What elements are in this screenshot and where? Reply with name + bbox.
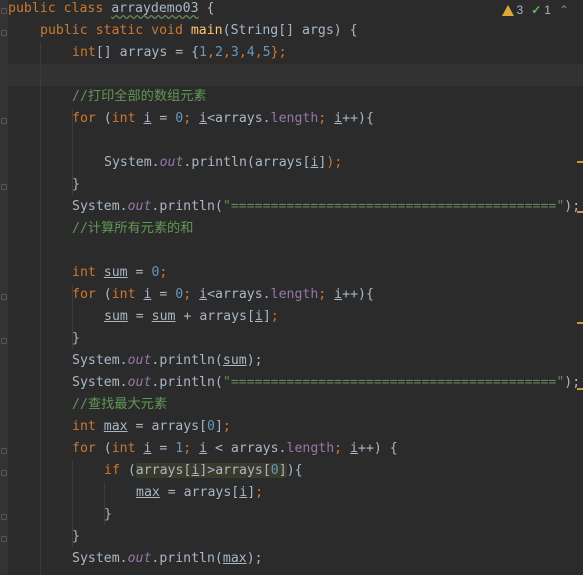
code-line[interactable]: max = arrays[i]; bbox=[136, 482, 263, 504]
warnings-count: 3 bbox=[516, 3, 524, 17]
code-line[interactable]: System.out.println(max); bbox=[72, 548, 263, 570]
indent-guide bbox=[40, 42, 41, 575]
code-line[interactable]: } bbox=[72, 174, 80, 196]
code-line[interactable]: if (arrays[i]>arrays[0]){ bbox=[104, 460, 303, 482]
code-line[interactable]: for (int i = 0; i<arrays.length; i++){ bbox=[72, 108, 374, 130]
check-icon: ✓ bbox=[531, 3, 542, 17]
fold-marker-icon[interactable] bbox=[1, 448, 7, 454]
fold-marker-icon[interactable] bbox=[1, 470, 7, 476]
code-line[interactable]: System.out.println("====================… bbox=[72, 372, 580, 394]
code-line[interactable]: public class arraydemo03 { bbox=[8, 0, 214, 20]
fold-marker-icon[interactable] bbox=[1, 514, 7, 520]
code-line[interactable]: sum = sum + arrays[i]; bbox=[104, 306, 279, 328]
code-comment[interactable]: //打印全部的数组元素 bbox=[72, 86, 207, 108]
code-line[interactable]: for (int i = 1; i < arrays.length; i++) … bbox=[72, 438, 398, 460]
code-line[interactable]: System.out.println(arrays[i]); bbox=[104, 152, 342, 174]
code-line[interactable]: int max = arrays[0]; bbox=[72, 416, 231, 438]
weak-warnings-badge[interactable]: ✓ 1 bbox=[531, 3, 551, 17]
fold-marker-icon[interactable] bbox=[1, 30, 7, 36]
code-line[interactable]: System.out.println(sum); bbox=[72, 350, 263, 372]
chevron-up-icon[interactable]: ⌃ bbox=[559, 3, 569, 17]
code-line[interactable]: } bbox=[72, 526, 80, 548]
fold-marker-icon[interactable] bbox=[1, 8, 7, 14]
code-line[interactable]: } bbox=[104, 504, 112, 526]
fold-marker-icon[interactable] bbox=[1, 184, 7, 190]
highlighted-condition: arrays[i]>arrays[0] bbox=[135, 463, 287, 478]
editor-gutter bbox=[0, 0, 8, 575]
code-line[interactable]: public static void main(String[] args) { bbox=[40, 20, 358, 42]
warning-icon bbox=[501, 4, 514, 16]
code-line[interactable]: int sum = 0; bbox=[72, 262, 167, 284]
class-name: arraydemo03 bbox=[111, 1, 199, 16]
error-stripe-marker[interactable] bbox=[577, 161, 583, 163]
code-comment[interactable]: //计算所有元素的和 bbox=[72, 218, 193, 240]
code-line[interactable]: System.out.println("====================… bbox=[72, 196, 580, 218]
code-line[interactable]: for (int i = 0; i<arrays.length; i++){ bbox=[72, 284, 374, 306]
code-line[interactable]: int[] arrays = {1,2,3,4,5}; bbox=[72, 42, 287, 64]
fold-marker-icon[interactable] bbox=[1, 536, 7, 542]
code-comment[interactable]: //查找最大元素 bbox=[72, 394, 167, 416]
current-line-highlight bbox=[8, 64, 583, 86]
fold-marker-icon[interactable] bbox=[1, 338, 7, 344]
code-line[interactable]: } bbox=[72, 328, 80, 350]
warnings-badge[interactable]: 3 bbox=[501, 3, 524, 17]
inspection-widget[interactable]: 3 ✓ 1 ⌃ bbox=[501, 3, 569, 17]
fold-marker-icon[interactable] bbox=[1, 294, 7, 300]
fold-marker-icon[interactable] bbox=[1, 118, 7, 124]
error-stripe-marker[interactable] bbox=[577, 322, 583, 324]
weak-warnings-count: 1 bbox=[544, 3, 551, 17]
